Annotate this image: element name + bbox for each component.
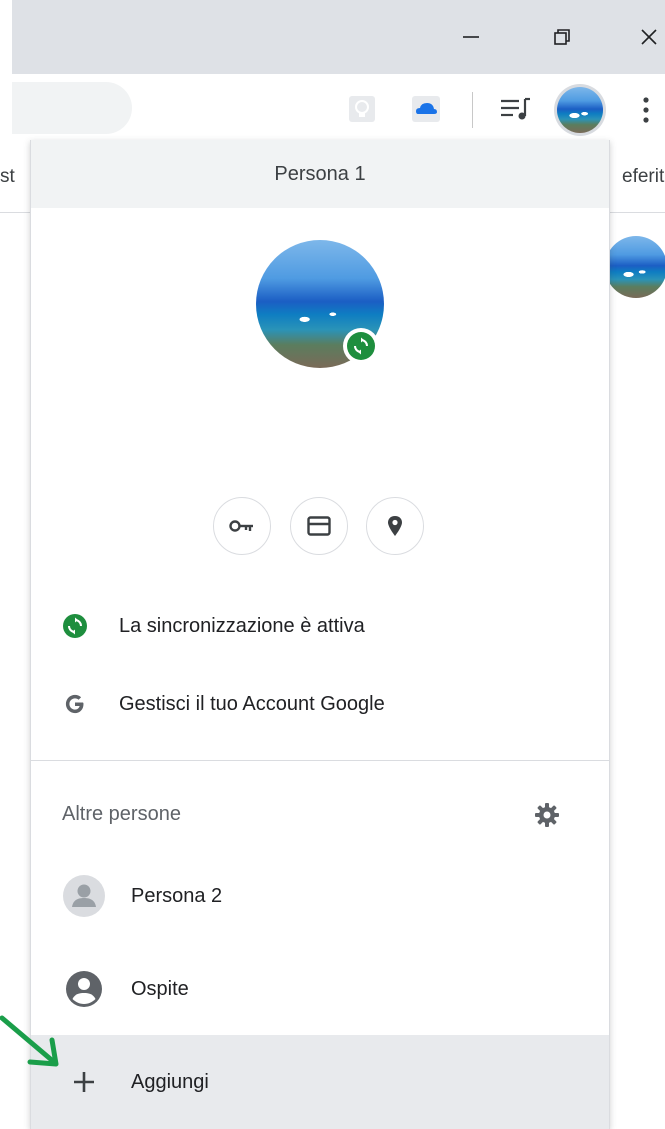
google-icon-wrap [61, 690, 89, 718]
person-2-avatar-wrap [63, 875, 105, 917]
lightbulb-extension-button[interactable] [347, 94, 377, 124]
sync-status-icon-wrap [61, 612, 89, 640]
person-avatar-icon [63, 875, 105, 917]
person-2-label: Persona 2 [131, 884, 223, 907]
password-key-icon [229, 520, 253, 532]
manage-account-label: Gestisci il tuo Account Google [119, 692, 385, 715]
passwords-button[interactable] [213, 497, 271, 555]
sync-status-icon [63, 614, 87, 638]
payment-card-icon [307, 516, 331, 536]
profile-avatar [557, 87, 603, 133]
add-person-row[interactable]: Aggiungi [31, 1035, 609, 1129]
addresses-button[interactable] [366, 497, 424, 555]
google-g-icon [65, 694, 84, 714]
add-person-label: Aggiungi [131, 1070, 209, 1093]
bookmark-fragment-left[interactable]: st [0, 166, 15, 188]
close-icon [641, 29, 657, 45]
guest-row[interactable]: Ospite [31, 969, 609, 1009]
cloud-extension-icon [412, 96, 440, 122]
sync-status-label: La sincronizzazione è attiva [119, 614, 365, 637]
sync-status-row[interactable]: La sincronizzazione è attiva [31, 606, 609, 646]
menu-divider [31, 760, 609, 761]
manage-account-row[interactable]: Gestisci il tuo Account Google [31, 684, 609, 724]
browser-toolbar [12, 74, 665, 144]
manage-people-button[interactable] [533, 801, 561, 829]
profile-menu-header: Persona 1 [31, 140, 609, 208]
other-people-heading: Altre persone [62, 802, 181, 825]
other-people-heading-row: Altre persone [31, 794, 609, 834]
annotation-arrow-icon [0, 1015, 59, 1067]
cloud-extension-button[interactable] [410, 94, 442, 124]
media-controls-icon [501, 97, 530, 120]
person-2-row[interactable]: Persona 2 [31, 875, 609, 917]
restore-button[interactable] [539, 17, 585, 57]
gear-icon [535, 803, 559, 827]
sync-badge [343, 328, 379, 364]
address-pin-icon [388, 516, 402, 536]
toolbar-separator [472, 92, 473, 128]
more-menu-button[interactable] [634, 92, 658, 128]
more-menu-icon [643, 97, 649, 123]
minimize-button[interactable] [448, 17, 494, 57]
guest-label: Ospite [131, 977, 189, 1000]
guest-account-icon [66, 971, 102, 1007]
restore-icon [554, 29, 570, 45]
profile-menu: Persona 1 La sincronizzazione è attiva G… [30, 140, 610, 1129]
address-bar[interactable] [12, 82, 132, 134]
minimize-icon [463, 36, 479, 38]
profile-name: Persona 1 [274, 162, 366, 185]
sync-icon [354, 337, 368, 355]
window-title-bar [12, 0, 665, 74]
payment-methods-button[interactable] [290, 497, 348, 555]
page-avatar-image [605, 236, 665, 298]
close-window-button[interactable] [626, 17, 665, 57]
profile-avatar-button[interactable] [554, 84, 606, 136]
bookmark-fragment-right[interactable]: eferiti [622, 166, 665, 188]
plus-icon [74, 1072, 94, 1092]
guest-icon-wrap [63, 968, 105, 1010]
lightbulb-extension-icon [349, 96, 375, 122]
media-controls-button[interactable] [496, 92, 536, 126]
